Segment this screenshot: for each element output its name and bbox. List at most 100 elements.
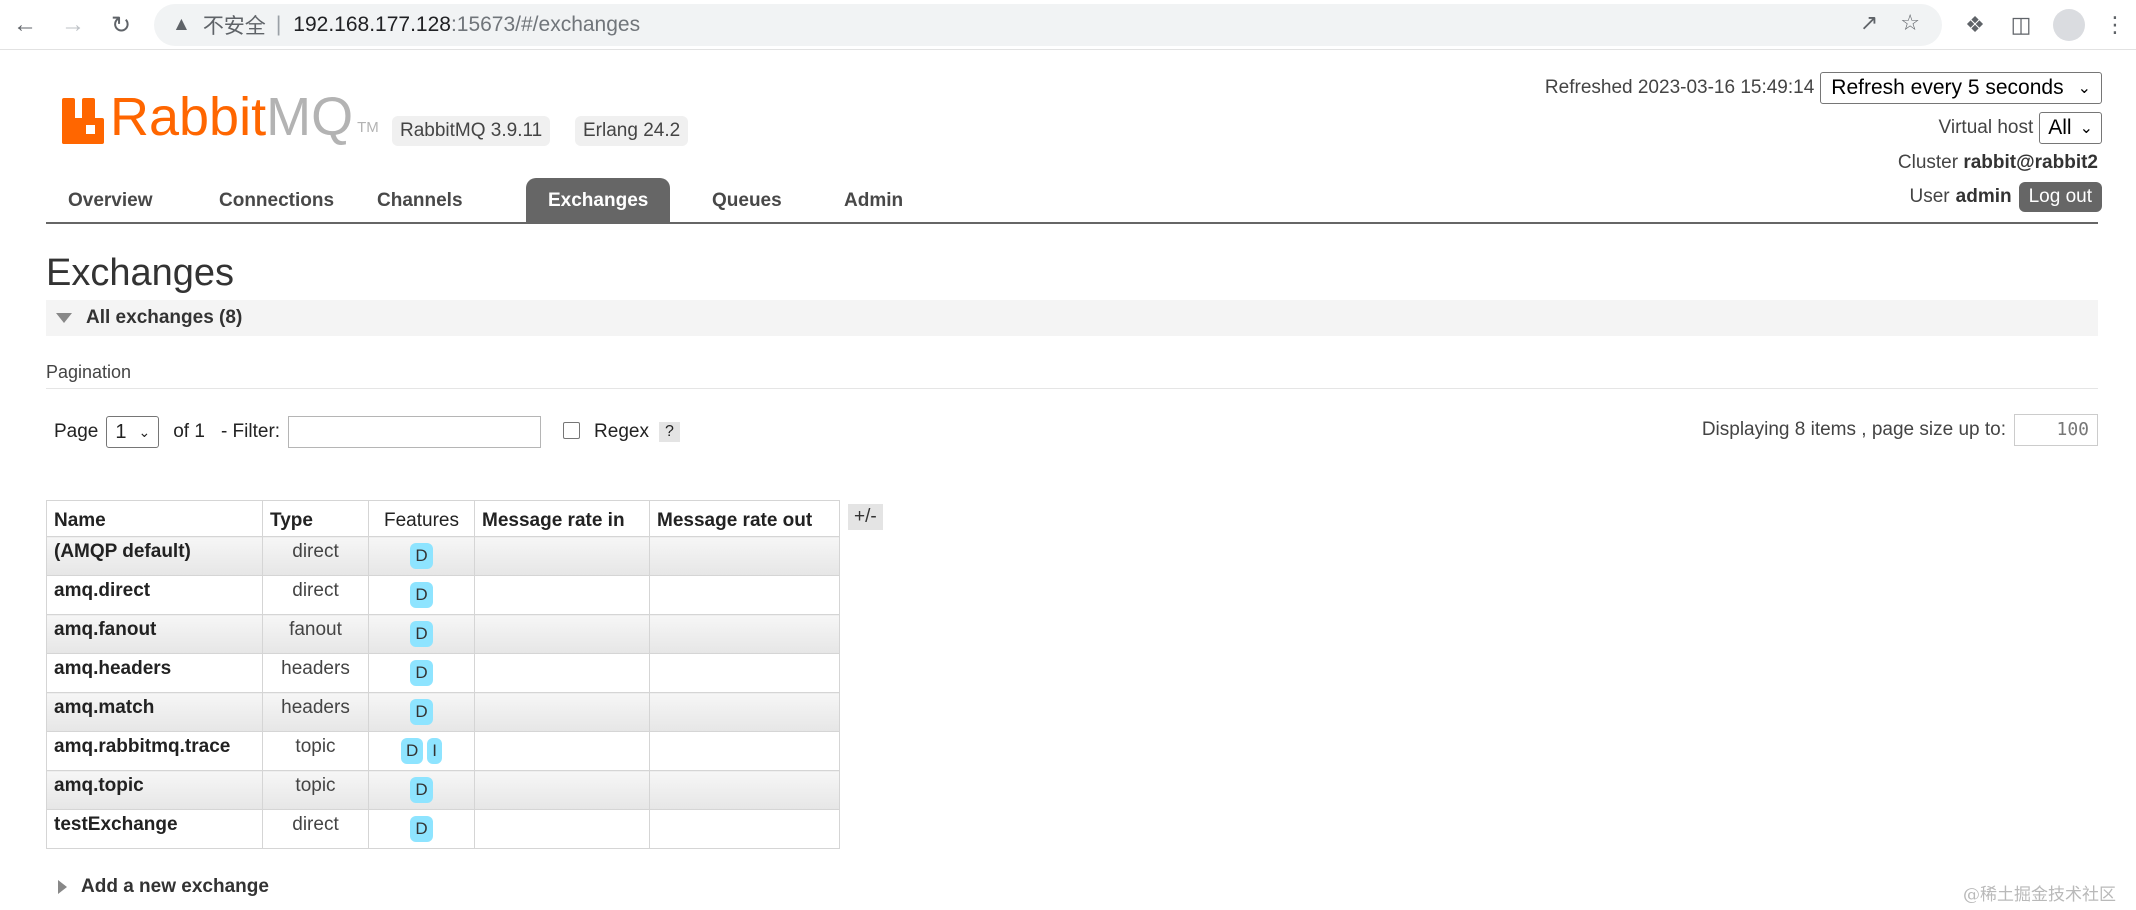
address-bar[interactable]: ▲ 不安全 | 192.168.177.128 :15673/#/exchang… bbox=[154, 4, 1942, 46]
pagination-divider bbox=[46, 388, 2098, 389]
message-rate-in bbox=[474, 614, 650, 654]
message-rate-in bbox=[474, 575, 650, 615]
message-rate-out bbox=[649, 731, 840, 771]
cluster-label: Cluster bbox=[1897, 152, 1959, 173]
bookmark-star-icon[interactable]: ☆ bbox=[1900, 10, 1920, 36]
message-rate-out bbox=[649, 575, 840, 615]
column-header-name[interactable]: Name bbox=[46, 500, 263, 537]
browser-toolbar: ← → ↻ ▲ 不安全 | 192.168.177.128 :15673/#/e… bbox=[0, 0, 2136, 50]
message-rate-in bbox=[474, 653, 650, 693]
regex-label: Regex bbox=[594, 421, 649, 442]
message-rate-out bbox=[649, 614, 840, 654]
column-header-type[interactable]: Type bbox=[262, 500, 369, 537]
rabbitmq-logo[interactable]: Rabbit MQ TM bbox=[62, 84, 379, 144]
kebab-menu-icon[interactable]: ⋮ bbox=[2098, 8, 2132, 42]
table-row: amq.headers headers D bbox=[46, 653, 840, 693]
url-host: 192.168.177.128 bbox=[293, 13, 451, 36]
tab-overview[interactable]: Overview bbox=[46, 178, 175, 224]
column-toggle-button[interactable]: +/- bbox=[848, 504, 883, 530]
column-header-rate-in[interactable]: Message rate in bbox=[474, 500, 650, 537]
message-rate-in bbox=[474, 536, 650, 576]
virtual-host-label: Virtual host bbox=[1938, 117, 2034, 138]
url-path: :15673/#/exchanges bbox=[450, 13, 641, 36]
exchange-type: direct bbox=[262, 536, 369, 576]
tab-channels[interactable]: Channels bbox=[355, 178, 485, 224]
profile-avatar-icon[interactable] bbox=[2052, 8, 2086, 42]
refresh-interval-select[interactable]: Refresh every 5 seconds ⌄ bbox=[1820, 72, 2102, 104]
feature-badge: D bbox=[410, 777, 433, 803]
table-row: amq.match headers D bbox=[46, 692, 840, 732]
exchange-features: D bbox=[368, 575, 475, 615]
message-rate-out bbox=[649, 653, 840, 693]
all-exchanges-section-toggle[interactable]: All exchanges (8) bbox=[46, 300, 2098, 336]
feature-badge: D bbox=[410, 816, 433, 842]
watermark: @稀土掘金技术社区 bbox=[1963, 885, 2116, 905]
virtual-host-control: Virtual host All ⌄ bbox=[1939, 112, 2102, 144]
collapse-triangle-icon bbox=[56, 313, 72, 323]
exchange-type: fanout bbox=[262, 614, 369, 654]
filter-label: - Filter: bbox=[220, 421, 281, 442]
message-rate-out bbox=[649, 809, 840, 849]
exchange-features: D bbox=[368, 653, 475, 693]
back-arrow-icon[interactable]: ← bbox=[8, 8, 42, 42]
page-of-label: of 1 bbox=[173, 421, 205, 442]
feature-badge: D bbox=[410, 582, 433, 608]
column-header-rate-out[interactable]: Message rate out bbox=[649, 500, 840, 537]
expand-triangle-icon bbox=[58, 880, 67, 894]
exchange-features: D bbox=[368, 536, 475, 576]
regex-option: Regex ? bbox=[563, 421, 680, 443]
exchange-name-link[interactable]: amq.direct bbox=[46, 575, 263, 615]
address-separator: | bbox=[275, 13, 282, 36]
tab-admin[interactable]: Admin bbox=[822, 178, 925, 224]
exchange-name-link[interactable]: amq.fanout bbox=[46, 614, 263, 654]
message-rate-out bbox=[649, 692, 840, 732]
table-row: (AMQP default) direct D bbox=[46, 536, 840, 576]
rabbitmq-version-badge: RabbitMQ 3.9.11 bbox=[392, 116, 551, 146]
table-row: amq.rabbitmq.trace topic D I bbox=[46, 731, 840, 771]
filter-input[interactable] bbox=[288, 416, 542, 448]
exchange-type: direct bbox=[262, 575, 369, 615]
refresh-interval-value: Refresh every 5 seconds bbox=[1831, 76, 2064, 99]
tab-exchanges[interactable]: Exchanges bbox=[526, 178, 671, 224]
feature-badge: D bbox=[410, 543, 433, 569]
feature-badge: D bbox=[400, 738, 424, 764]
display-info: Displaying 8 items , page size up to: 10… bbox=[1702, 414, 2098, 446]
extensions-puzzle-icon[interactable]: ❖ bbox=[1958, 8, 1992, 42]
side-panel-icon[interactable]: ◫ bbox=[2004, 8, 2038, 42]
erlang-version-badge: Erlang 24.2 bbox=[575, 116, 689, 146]
regex-help-button[interactable]: ? bbox=[658, 422, 680, 442]
page-select-value: 1 bbox=[115, 420, 127, 443]
virtual-host-select[interactable]: All ⌄ bbox=[2039, 112, 2102, 144]
exchange-name-link[interactable]: amq.rabbitmq.trace bbox=[46, 731, 263, 771]
exchange-name-link[interactable]: amq.match bbox=[46, 692, 263, 732]
tab-queues[interactable]: Queues bbox=[690, 178, 804, 224]
exchange-name-link[interactable]: (AMQP default) bbox=[46, 536, 263, 576]
exchange-type: direct bbox=[262, 809, 369, 849]
feature-badge: D bbox=[410, 660, 433, 686]
message-rate-out bbox=[649, 770, 840, 810]
regex-checkbox[interactable] bbox=[563, 421, 581, 439]
feature-badge: D bbox=[410, 699, 433, 725]
page-size-input[interactable]: 100 bbox=[2014, 414, 2098, 446]
pagination-label: Pagination bbox=[46, 362, 132, 382]
add-exchange-toggle[interactable]: Add a new exchange bbox=[58, 876, 269, 898]
exchange-features: D bbox=[368, 770, 475, 810]
pagination-controls: Page 1 ⌄ of 1 - Filter: Regex ? bbox=[54, 416, 680, 448]
share-icon[interactable]: ↗ bbox=[1860, 10, 1878, 36]
warning-icon: ▲ bbox=[172, 14, 191, 35]
add-exchange-label: Add a new exchange bbox=[81, 876, 269, 897]
exchange-name-link[interactable]: amq.topic bbox=[46, 770, 263, 810]
chevron-down-icon: ⌄ bbox=[138, 423, 151, 440]
page-title: Exchanges bbox=[46, 252, 235, 294]
logo-rabbit-text: Rabbit bbox=[110, 87, 267, 147]
reload-icon[interactable]: ↻ bbox=[104, 8, 138, 42]
virtual-host-value: All bbox=[2048, 116, 2072, 139]
message-rate-in bbox=[474, 692, 650, 732]
page-select[interactable]: 1 ⌄ bbox=[106, 416, 160, 448]
exchange-name-link[interactable]: testExchange bbox=[46, 809, 263, 849]
tab-connections[interactable]: Connections bbox=[197, 178, 356, 224]
message-rate-in bbox=[474, 770, 650, 810]
refresh-status: Refreshed 2023-03-16 15:49:14 Refresh ev… bbox=[1545, 72, 2102, 104]
forward-arrow-icon[interactable]: → bbox=[56, 8, 90, 42]
exchange-name-link[interactable]: amq.headers bbox=[46, 653, 263, 693]
